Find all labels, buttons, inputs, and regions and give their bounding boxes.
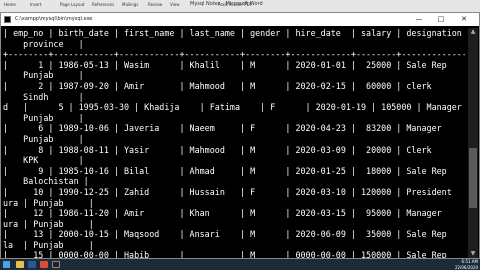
console-line: la | Punjab | [3, 239, 94, 250]
word-tab-insert[interactable]: Insert [30, 2, 41, 7]
console-line: | 1 | 1986-05-13 | Wasim | Khalil | M | … [3, 59, 465, 70]
word-app-icon[interactable] [28, 261, 36, 268]
console-line: Sindh | [3, 91, 84, 102]
system-clock[interactable]: 6:51 AM 22/06/2020 [448, 259, 478, 270]
windows-start-icon[interactable] [3, 261, 10, 268]
console-line: | 12 | 1986-11-20 | Amir | Khan | M | 20… [3, 208, 442, 219]
word-tab-home[interactable]: Home [4, 2, 16, 7]
console-line: province | [3, 38, 84, 49]
console-window[interactable]: C:\xampp\mysql\bin\mysql.exe — □ ✕ | emp… [0, 12, 480, 259]
console-line: Punjab | [3, 70, 84, 81]
console-line: | 8 | 1988-08-11 | Yasir | Mahmood | M |… [3, 144, 432, 155]
terminal-icon [4, 16, 11, 23]
word-tab-page-layout[interactable]: Page Layout [60, 2, 85, 7]
console-line: | 13 | 2000-10-15 | Maqsood | Ansari | M… [3, 229, 447, 240]
browser-icon[interactable] [40, 261, 48, 268]
console-line: | 9 | 1985-10-16 | Bilal | Ahmad | M | 2… [3, 165, 465, 176]
console-line: Punjab | [3, 112, 84, 123]
console-line: | 10 | 1990-12-25 | Zahid | Hussain | F … [3, 186, 452, 197]
clock-date: 22/06/2020 [454, 264, 478, 270]
scroll-down-arrow-icon[interactable]: ▼ [468, 250, 478, 258]
word-ribbon-background: Mysql Notes - Microsoft Word Home Insert… [0, 0, 480, 12]
console-line: d | 5 | 1995-03-30 | Khadija | Fatima | … [3, 102, 462, 113]
word-tab-references[interactable]: References [92, 2, 114, 7]
console-line: ura | Punjab | [3, 218, 94, 229]
word-tab-view[interactable]: View [170, 2, 180, 7]
console-title: C:\xampp\mysql\bin\mysql.exe [15, 16, 93, 22]
console-line: | 15 | 0000-00-00 | Habib | | M | 0000-0… [3, 250, 465, 258]
scroll-up-arrow-icon[interactable]: ▲ [468, 28, 478, 36]
console-line: ura | Punjab | [3, 197, 94, 208]
taskbar: 6:51 AM 22/06/2020 [0, 259, 480, 270]
console-output[interactable]: | emp_no | birth_date | first_name | las… [3, 28, 465, 258]
console-line: | 6 | 1989-10-06 | Javeria | Naeem | F |… [3, 123, 465, 134]
word-tab-review[interactable]: Review [148, 2, 162, 7]
console-titlebar[interactable]: C:\xampp\mysql\bin\mysql.exe — □ ✕ [1, 13, 479, 26]
maximize-button[interactable]: □ [431, 14, 451, 25]
scroll-thumb[interactable] [469, 148, 477, 208]
minimize-button[interactable]: — [409, 14, 429, 25]
word-tab-foxit[interactable]: Foxit Reader PDF [218, 2, 252, 7]
console-line: Punjab | [3, 133, 84, 144]
word-tab-mailings[interactable]: Mailings [122, 2, 138, 7]
console-line: | 2 | 1987-09-20 | Amir | Mahmood | M | … [3, 80, 465, 91]
cmd-app-icon[interactable] [52, 261, 60, 268]
vertical-scrollbar[interactable]: ▲ ▼ [468, 28, 478, 258]
console-line: | emp_no | birth_date | first_name | las… [3, 28, 465, 38]
file-explorer-icon[interactable] [16, 261, 24, 268]
console-line: +--------+------------+------------+----… [3, 49, 465, 60]
console-line: Balochistan | [3, 176, 89, 187]
close-button[interactable]: ✕ [454, 14, 474, 25]
console-line: KPK | [3, 155, 84, 166]
